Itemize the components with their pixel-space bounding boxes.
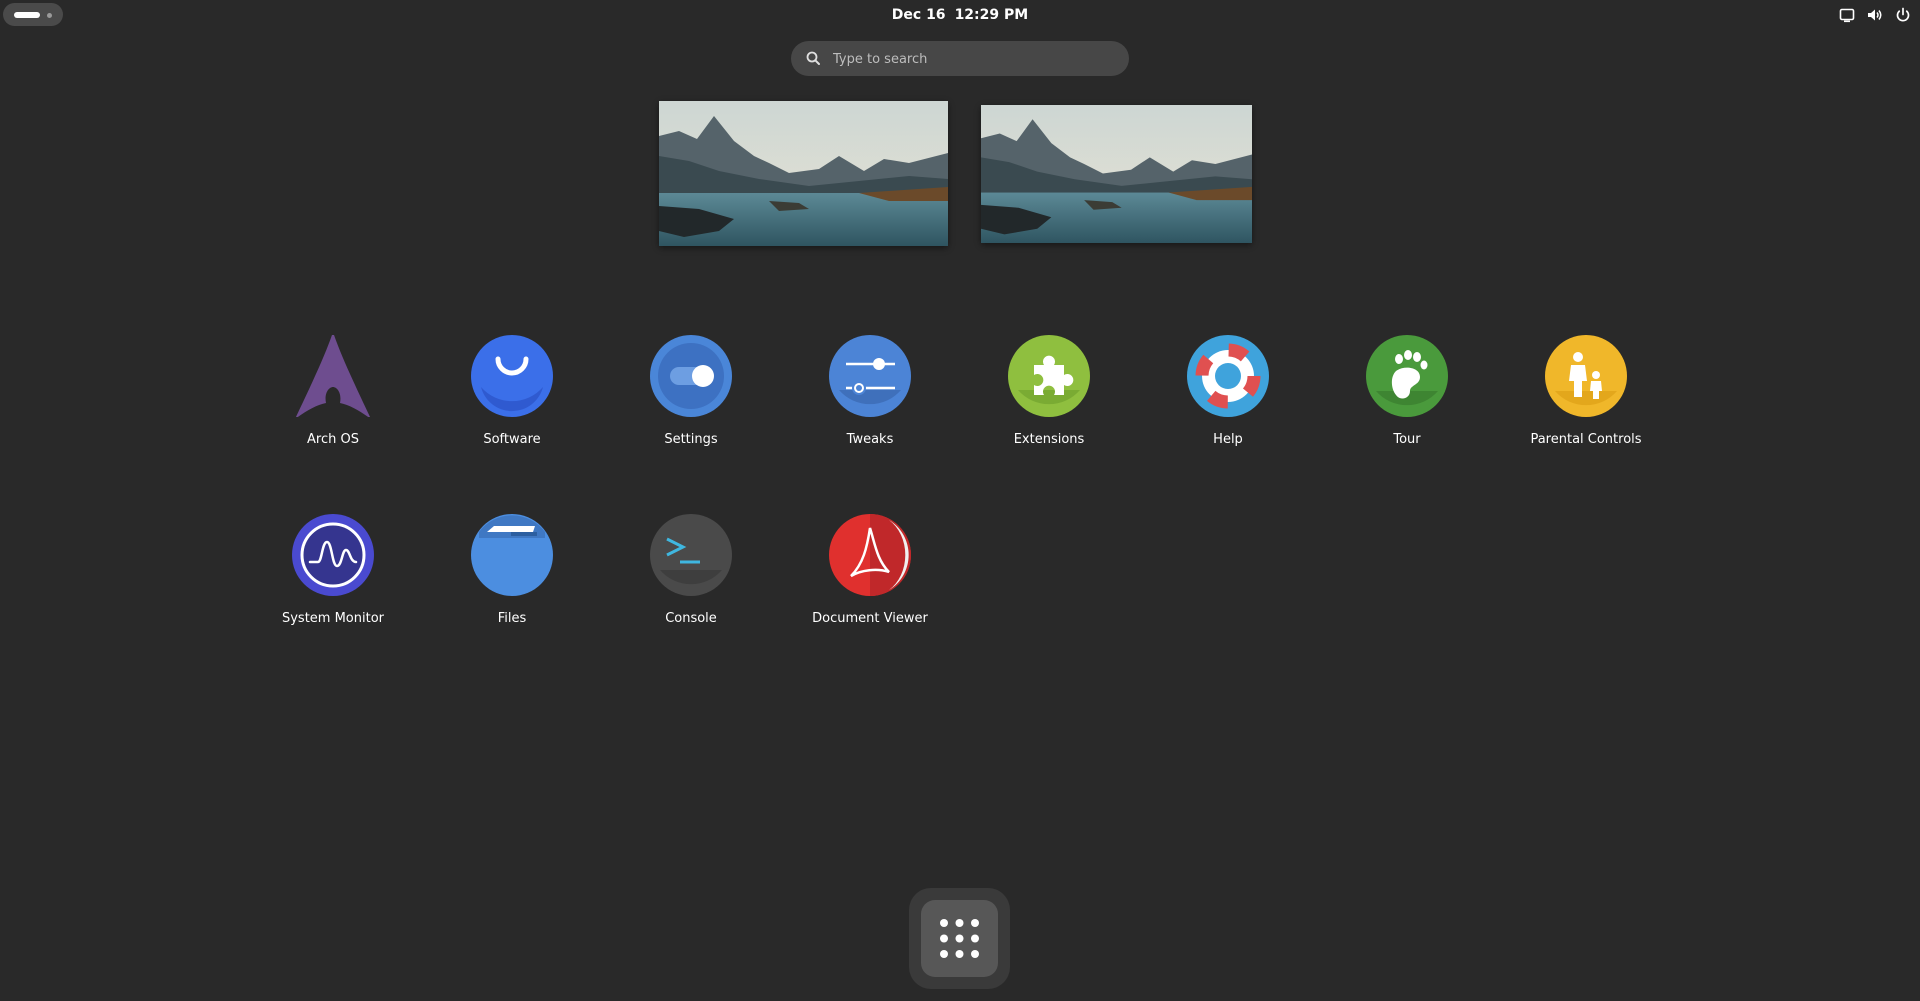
volume-icon: [1868, 9, 1882, 21]
app-label: Parental Controls: [1530, 432, 1642, 447]
app-tour[interactable]: Tour: [1327, 335, 1487, 465]
top-bar: Dec 16 12:29 PM: [0, 0, 1920, 30]
show-apps-button[interactable]: [921, 900, 998, 977]
dash: [909, 888, 1010, 989]
app-label: Document Viewer: [812, 611, 928, 626]
wallpaper-image: [659, 101, 948, 246]
settings-icon: [650, 335, 732, 417]
workspace-thumbnail-1[interactable]: [659, 101, 948, 246]
activities-button[interactable]: [3, 3, 63, 26]
search-input[interactable]: [831, 41, 1120, 78]
app-label: Settings: [664, 432, 718, 447]
app-tweaks[interactable]: Tweaks: [790, 335, 950, 465]
app-label: Help: [1213, 432, 1243, 447]
clock[interactable]: Dec 16 12:29 PM: [860, 4, 1060, 26]
app-label: Files: [497, 611, 527, 626]
app-label: Console: [665, 611, 717, 626]
tour-icon: [1366, 335, 1448, 417]
app-system-monitor[interactable]: System Monitor: [253, 514, 413, 644]
app-label: Software: [483, 432, 541, 447]
document-viewer-icon: [829, 514, 911, 596]
search-icon: [806, 51, 820, 65]
app-console[interactable]: Console: [611, 514, 771, 644]
app-extensions[interactable]: Extensions: [969, 335, 1129, 465]
app-label: System Monitor: [281, 611, 385, 626]
tweaks-icon: [829, 335, 911, 417]
clock-time: 12:29 PM: [954, 7, 1029, 23]
app-help[interactable]: Help: [1148, 335, 1308, 465]
app-parental-controls[interactable]: Parental Controls: [1506, 335, 1666, 465]
extensions-icon: [1008, 335, 1090, 417]
arch-logo-icon: [292, 335, 374, 417]
app-files[interactable]: Files: [432, 514, 592, 644]
system-tray[interactable]: [1838, 6, 1912, 24]
power-icon: [1896, 7, 1910, 22]
wallpaper-image: [981, 105, 1252, 243]
software-icon: [471, 335, 553, 417]
app-label: Tour: [1393, 432, 1421, 447]
console-icon: [650, 514, 732, 596]
help-icon: [1187, 335, 1269, 417]
system-monitor-icon: [292, 514, 374, 596]
app-software[interactable]: Software: [432, 335, 592, 465]
workspace-indicator-inactive: [47, 13, 52, 18]
parental-controls-icon: [1545, 335, 1627, 417]
search-bar[interactable]: [791, 41, 1129, 78]
app-arch-os[interactable]: Arch OS: [253, 335, 413, 465]
app-document-viewer[interactable]: Document Viewer: [790, 514, 950, 644]
app-grid-icon: [940, 919, 979, 958]
app-label: Tweaks: [846, 432, 894, 447]
app-label: Arch OS: [307, 432, 359, 447]
app-label: Extensions: [1013, 432, 1085, 447]
screen-icon: [1839, 8, 1855, 23]
workspace-indicator-active: [14, 12, 40, 18]
app-settings[interactable]: Settings: [611, 335, 771, 465]
clock-date: Dec 16: [891, 7, 946, 23]
workspace-thumbnail-2[interactable]: [981, 105, 1252, 243]
files-icon: [471, 514, 553, 596]
